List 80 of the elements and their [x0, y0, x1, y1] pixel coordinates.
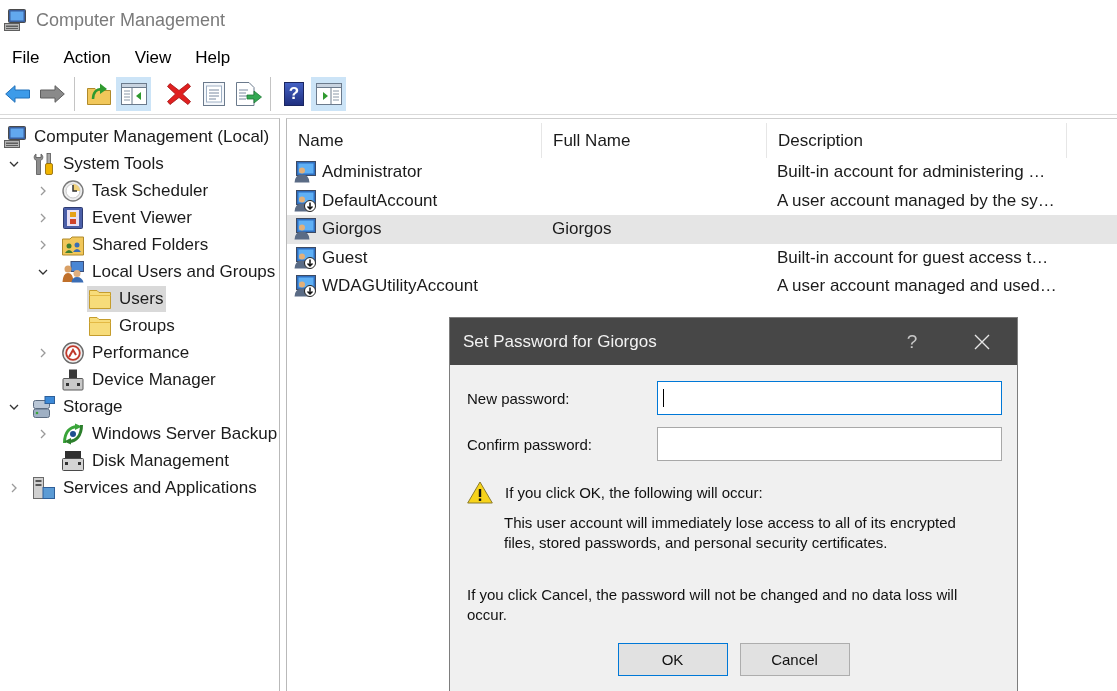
- table-cell-text: A user account managed by the sy…: [776, 190, 1056, 211]
- panel-icon: [315, 83, 342, 105]
- tree-item[interactable]: System Tools: [31, 150, 167, 177]
- chevron-right-icon[interactable]: [38, 239, 48, 250]
- clock-icon: [62, 179, 84, 202]
- help-button[interactable]: ?: [284, 82, 304, 106]
- chevron-right-icon[interactable]: [38, 347, 48, 358]
- tree-item[interactable]: Windows Server Backup: [60, 420, 281, 447]
- menu-item[interactable]: Help: [183, 44, 243, 72]
- document-icon: [202, 82, 225, 106]
- services-icon: [33, 476, 55, 499]
- tree-item[interactable]: Task Scheduler: [60, 177, 212, 204]
- dialog-button[interactable]: OK: [617, 643, 728, 676]
- disk-drive-icon: [62, 449, 84, 472]
- computer-icon: [4, 9, 26, 31]
- menu-item[interactable]: File: [0, 44, 52, 72]
- panel-icon: [120, 83, 147, 105]
- gauge-icon: [62, 341, 84, 364]
- table-cell-text: Giorgos: [551, 219, 613, 240]
- tree-item[interactable]: Event Viewer: [60, 204, 195, 231]
- table-row[interactable]: Giorgos Giorgos: [287, 215, 1117, 244]
- tree-item[interactable]: Shared Folders: [60, 231, 212, 258]
- tree-item[interactable]: Storage: [31, 393, 126, 420]
- warning-detail: This user account will immediately lose access to all of its encrypted files, stored passwords, and personal security certificates.: [504, 513, 957, 553]
- close-icon: [974, 333, 990, 350]
- field-label: New password:: [467, 389, 571, 407]
- menu-item[interactable]: View: [122, 44, 184, 72]
- folder-arrow-icon: [86, 83, 111, 105]
- storage-icon: [33, 395, 55, 418]
- password-field[interactable]: [657, 381, 1002, 415]
- left-arrow-icon: [5, 85, 30, 103]
- table-cell: Administrator: [322, 162, 423, 183]
- warning-text: If you click OK, the following will occur:: [505, 484, 763, 501]
- table-cell: Giorgos: [322, 219, 382, 240]
- text-cursor-icon: [663, 389, 664, 407]
- console-tree-button[interactable]: [116, 77, 151, 111]
- tools-icon: [33, 152, 55, 175]
- tree-item[interactable]: Groups: [87, 312, 178, 339]
- chevron-right-icon[interactable]: [38, 212, 48, 223]
- menu-item[interactable]: Action: [51, 44, 123, 72]
- table-cell-text: Built-in account for guest access t…: [776, 247, 1050, 268]
- column-header[interactable]: Name: [287, 123, 542, 158]
- tree-item[interactable]: Computer Management (Local): [2, 123, 273, 150]
- tree-item[interactable]: Services and Applications: [31, 474, 260, 501]
- document-arrow-icon: [235, 82, 262, 106]
- folder-icon: [89, 287, 111, 310]
- cancel-note: If you click Cancel, the password will not be changed and no data loss will occur.: [467, 585, 959, 625]
- table-cell-text: Built-in account for administering …: [776, 162, 1047, 183]
- shared-folder-icon: [62, 233, 84, 256]
- cross-icon: [166, 83, 191, 105]
- table-cell: WDAGUtilityAccount: [322, 276, 478, 297]
- folder-icon: [89, 314, 111, 337]
- tree-item[interactable]: Device Manager: [60, 366, 219, 393]
- log-book-icon: [62, 206, 84, 229]
- table-cell: DefaultAccount: [322, 190, 438, 211]
- dialog-title: Set Password for Giorgos: [463, 331, 658, 352]
- computer-icon: [4, 125, 26, 148]
- chevron-right-icon[interactable]: [38, 185, 48, 196]
- users-icon: [62, 260, 84, 283]
- column-header[interactable]: Full Name: [542, 123, 767, 158]
- table-row[interactable]: Administrator Built-in account for administering …: [287, 158, 1117, 187]
- chevron-right-icon[interactable]: [9, 482, 19, 493]
- tree-item[interactable]: Performance: [60, 339, 193, 366]
- tree-item[interactable]: Users: [87, 285, 167, 312]
- warning-icon: [467, 481, 493, 504]
- table-cell-text: A user account managed and used…: [776, 276, 1058, 297]
- window-title: Computer Management: [36, 9, 226, 31]
- tree-item[interactable]: Local Users and Groups: [60, 258, 279, 285]
- field-label: Confirm password:: [467, 435, 594, 453]
- action-pane-button[interactable]: [311, 77, 346, 111]
- chevron-right-icon[interactable]: [38, 428, 48, 439]
- password-field[interactable]: [657, 427, 1002, 461]
- table-cell: Guest: [322, 247, 368, 268]
- column-header[interactable]: Description: [767, 123, 1067, 158]
- device-icon: [62, 368, 84, 391]
- tree-item[interactable]: Disk Management: [60, 447, 232, 474]
- right-arrow-icon: [40, 85, 65, 103]
- help-button[interactable]: ?: [889, 323, 935, 360]
- dialog-button[interactable]: Cancel: [739, 643, 850, 676]
- circular-arrows-icon: [62, 422, 84, 445]
